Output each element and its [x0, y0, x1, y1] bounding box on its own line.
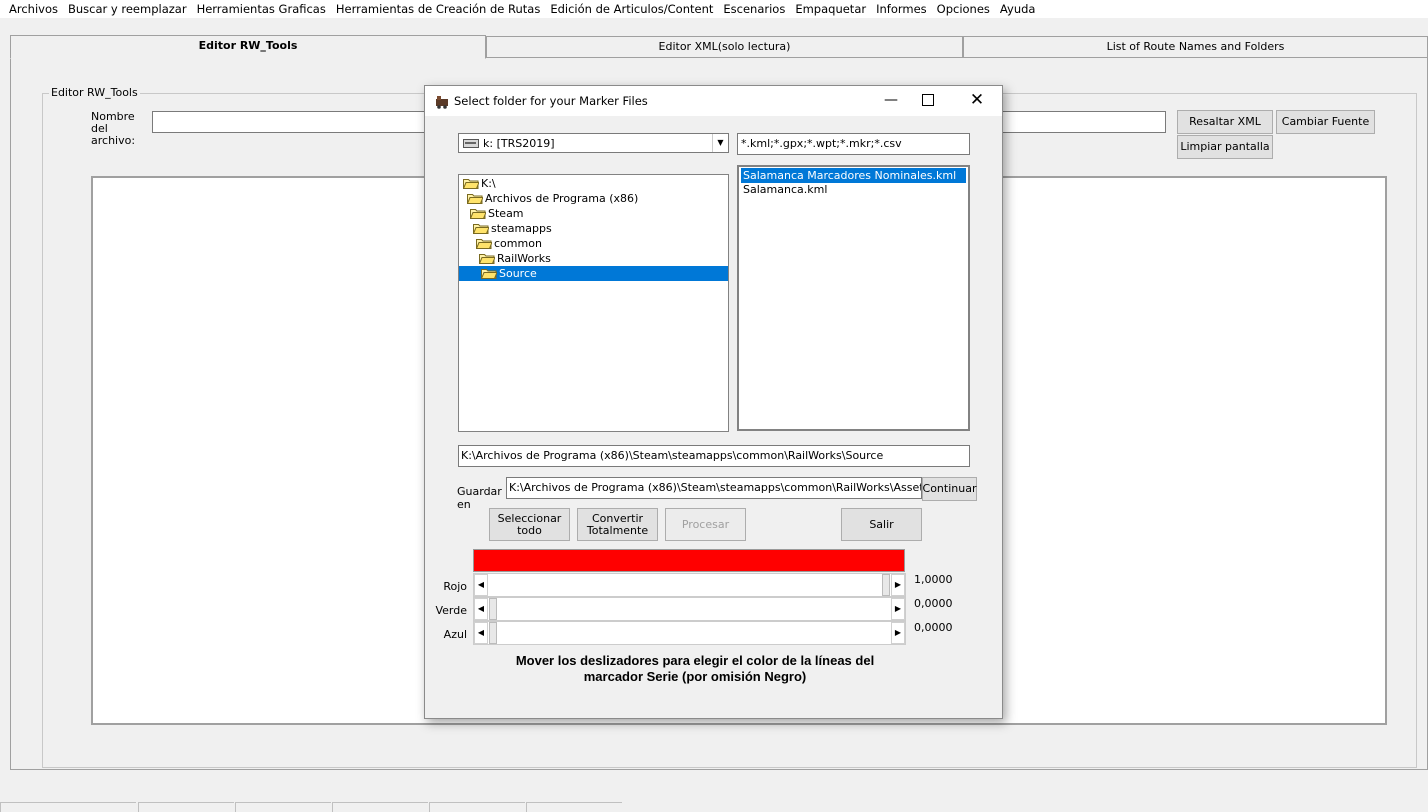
open-folder-icon: [466, 192, 484, 204]
blue-value: 0,0000: [914, 621, 953, 634]
dialog-titlebar[interactable]: Select folder for your Marker Files — ✕: [425, 86, 1002, 116]
blue-slider[interactable]: ◀ ▶: [473, 621, 906, 645]
drive-label: k: [TRS2019]: [483, 137, 555, 150]
select-folder-dialog: Select folder for your Marker Files — ✕ …: [424, 85, 1003, 719]
menu-informes[interactable]: Informes: [871, 2, 932, 16]
file-filter-input[interactable]: *.kml;*.gpx;*.wpt;*.mkr;*.csv: [737, 133, 970, 155]
red-value: 1,0000: [914, 573, 953, 586]
folder-label: Source: [499, 267, 537, 280]
tab-editor-rw-tools[interactable]: Editor RW_Tools: [10, 35, 486, 59]
green-slider[interactable]: ◀ ▶: [473, 597, 906, 621]
exit-button[interactable]: Salir: [841, 508, 922, 541]
folder-label: Steam: [488, 207, 524, 220]
folder-label: Archivos de Programa (x86): [485, 192, 639, 205]
folder-label: K:\: [481, 177, 496, 190]
scroll-left-icon[interactable]: ◀: [474, 622, 488, 644]
tab-editor-xml[interactable]: Editor XML(solo lectura): [486, 36, 963, 57]
chevron-down-icon[interactable]: ▼: [712, 134, 728, 152]
folder-item[interactable]: Archivos de Programa (x86): [466, 191, 639, 206]
tab-route-names[interactable]: List of Route Names and Folders: [963, 36, 1428, 57]
menu-herramientas-graficas[interactable]: Herramientas Graficas: [192, 2, 331, 16]
scroll-right-icon[interactable]: ▶: [891, 574, 905, 596]
green-slider-label: Verde: [435, 604, 467, 617]
filename-label: Nombre del archivo:: [91, 110, 136, 147]
file-item-selected[interactable]: Salamanca Marcadores Nominales.kml: [741, 168, 966, 183]
open-folder-icon: [469, 207, 487, 219]
current-path-field[interactable]: K:\Archivos de Programa (x86)\Steam\stea…: [458, 445, 970, 467]
open-folder-icon: [475, 237, 493, 249]
menu-ayuda[interactable]: Ayuda: [995, 2, 1041, 16]
blue-slider-label: Azul: [443, 628, 467, 641]
folder-label: RailWorks: [497, 252, 551, 265]
menu-buscar-reemplazar[interactable]: Buscar y reemplazar: [63, 2, 192, 16]
open-folder-icon: [480, 267, 498, 279]
file-item[interactable]: Salamanca.kml: [741, 182, 827, 197]
dialog-title: Select folder for your Marker Files: [454, 94, 648, 108]
slider-instruction: Mover los deslizadores para elegir el co…: [515, 653, 875, 684]
save-path-input[interactable]: K:\Archivos de Programa (x86)\Steam\stea…: [506, 477, 922, 499]
status-tab: [0, 802, 136, 812]
green-slider-thumb[interactable]: [489, 598, 497, 620]
convert-all-button[interactable]: Convertir Totalmente: [577, 508, 658, 541]
folder-item[interactable]: common: [475, 236, 542, 251]
clear-screen-button[interactable]: Limpiar pantalla: [1177, 135, 1273, 159]
open-folder-icon: [462, 177, 480, 189]
green-value: 0,0000: [914, 597, 953, 610]
select-all-button[interactable]: Seleccionar todo: [489, 508, 570, 541]
change-font-button[interactable]: Cambiar Fuente: [1276, 110, 1375, 134]
folder-item-selected[interactable]: Source: [459, 266, 728, 281]
red-slider[interactable]: ◀ ▶: [473, 573, 906, 597]
scroll-right-icon[interactable]: ▶: [891, 622, 905, 644]
folder-label: common: [494, 237, 542, 250]
menu-herramientas-rutas[interactable]: Herramientas de Creación de Rutas: [331, 2, 545, 16]
file-list[interactable]: Salamanca Marcadores Nominales.kml Salam…: [737, 165, 970, 431]
process-button[interactable]: Procesar: [665, 508, 746, 541]
menu-escenarios[interactable]: Escenarios: [718, 2, 790, 16]
status-tab: [332, 802, 428, 812]
drive-icon: [463, 139, 479, 148]
menu-archivos[interactable]: Archivos: [4, 2, 63, 16]
blue-slider-thumb[interactable]: [489, 622, 497, 644]
folder-label: steamapps: [491, 222, 552, 235]
continue-button[interactable]: Continuar: [922, 477, 977, 501]
scroll-left-icon[interactable]: ◀: [474, 598, 488, 620]
folder-item[interactable]: steamapps: [472, 221, 552, 236]
menu-empaquetar[interactable]: Empaquetar: [790, 2, 871, 16]
menu-edicion-articulos[interactable]: Edición de Articulos/Content: [545, 2, 718, 16]
drive-select[interactable]: k: [TRS2019] ▼: [458, 133, 729, 153]
status-tab: [138, 802, 234, 812]
folder-tree[interactable]: K:\ Archivos de Programa (x86) Steam ste…: [458, 174, 729, 432]
scroll-left-icon[interactable]: ◀: [474, 574, 488, 596]
app-icon: [436, 96, 448, 109]
maximize-icon[interactable]: [922, 94, 934, 106]
close-icon[interactable]: ✕: [967, 89, 987, 111]
red-slider-thumb[interactable]: [882, 574, 890, 596]
folder-item[interactable]: RailWorks: [478, 251, 551, 266]
menu-bar: Archivos Buscar y reemplazar Herramienta…: [0, 0, 1428, 18]
highlight-xml-button[interactable]: Resaltar XML: [1177, 110, 1273, 134]
status-tab: [526, 802, 622, 812]
scroll-right-icon[interactable]: ▶: [891, 598, 905, 620]
status-tab: [235, 802, 331, 812]
minimize-icon[interactable]: —: [876, 91, 906, 111]
open-folder-icon: [472, 222, 490, 234]
folder-item[interactable]: Steam: [469, 206, 524, 221]
color-preview-swatch: [473, 549, 905, 572]
editor-group-label: Editor RW_Tools: [49, 86, 140, 99]
red-slider-label: Rojo: [443, 580, 467, 593]
menu-opciones[interactable]: Opciones: [932, 2, 995, 16]
folder-item[interactable]: K:\: [462, 176, 496, 191]
open-folder-icon: [478, 252, 496, 264]
status-tab: [429, 802, 525, 812]
